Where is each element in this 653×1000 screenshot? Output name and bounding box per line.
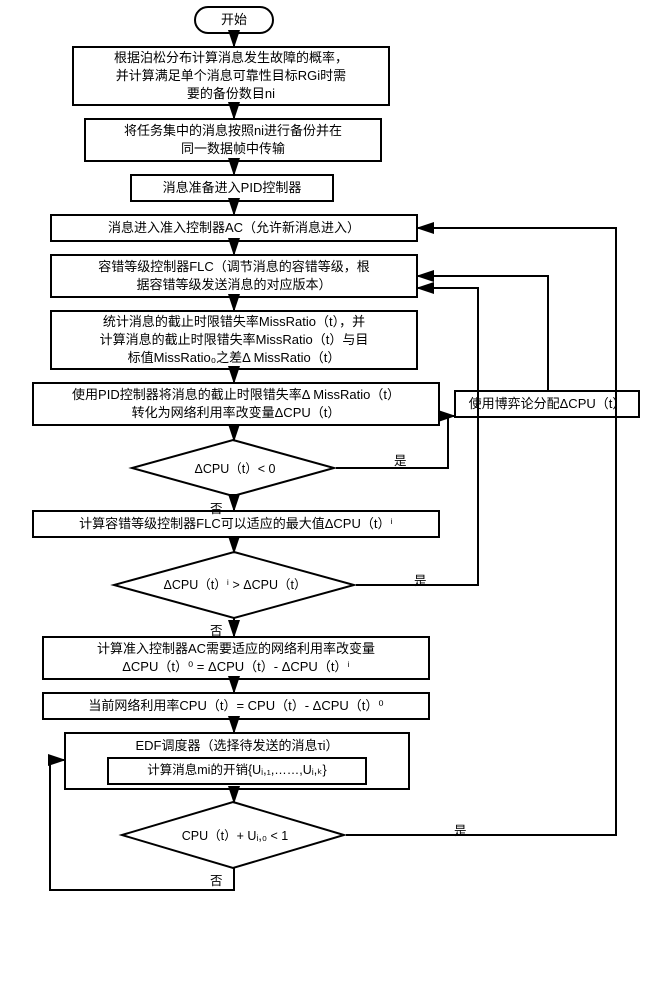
box-poisson-text: 根据泊松分布计算消息发生故障的概率， 并计算满足单个消息可靠性目标RGi时需 要… — [114, 49, 348, 104]
box-pidconv-text: 使用PID控制器将消息的截止时限错失率Δ MissRatio（t） 转化为网络利… — [72, 386, 400, 422]
box-ac: 消息进入准入控制器AC（允许新消息进入） — [50, 214, 418, 242]
box-flc-text: 容错等级控制器FLC（调节消息的容错等级，根 据容错等级发送消息的对应版本） — [98, 258, 370, 294]
label-no-d1: 否 — [210, 498, 223, 517]
label-no-d3: 否 — [210, 870, 223, 889]
label-yes-d1: 是 — [394, 450, 407, 469]
box-backup: 将任务集中的消息按照ni进行备份并在 同一数据帧中传输 — [84, 118, 382, 162]
box-edf-outer-text: EDF调度器（选择待发送的消息τi） — [76, 737, 398, 755]
box-curcpu-text: 当前网络利用率CPU（t）= CPU（t）- ΔCPU（t）⁰ — [88, 697, 383, 715]
diamond-cpu-neg-label: ΔCPU（t）< 0 — [172, 458, 298, 477]
box-ac-text: 消息进入准入控制器AC（允许新消息进入） — [108, 219, 360, 237]
label-no-d2: 否 — [210, 620, 223, 639]
box-poisson: 根据泊松分布计算消息发生故障的概率， 并计算满足单个消息可靠性目标RGi时需 要… — [72, 46, 390, 106]
box-gametheory: 使用博弈论分配ΔCPU（t） — [454, 390, 640, 418]
box-prepare-pid-text: 消息准备进入PID控制器 — [163, 179, 302, 197]
box-edf-inner: 计算消息mi的开销{Uᵢ,₁,……,Uᵢ,ₖ} — [107, 757, 367, 785]
box-pid-convert: 使用PID控制器将消息的截止时限错失率Δ MissRatio（t） 转化为网络利… — [32, 382, 440, 426]
box-missratio-stat: 统计消息的截止时限错失率MissRatio（t），并 计算消息的截止时限错失率M… — [50, 310, 418, 370]
box-backup-text: 将任务集中的消息按照ni进行备份并在 同一数据帧中传输 — [124, 122, 342, 158]
box-ac-adapt: 计算准入控制器AC需要适应的网络利用率改变量 ΔCPU（t）⁰ = ΔCPU（t… — [42, 636, 430, 680]
box-flc-max: 计算容错等级控制器FLC可以适应的最大值ΔCPU（t）ⁱ — [32, 510, 440, 538]
terminator-label: 开始 — [221, 11, 247, 29]
box-acadapt-text: 计算准入控制器AC需要适应的网络利用率改变量 ΔCPU（t）⁰ = ΔCPU（t… — [97, 640, 375, 676]
label-yes-d3: 是 — [454, 820, 467, 839]
box-cur-cpu: 当前网络利用率CPU（t）= CPU（t）- ΔCPU（t）⁰ — [42, 692, 430, 720]
box-edf-inner-text: 计算消息mi的开销{Uᵢ,₁,……,Uᵢ,ₖ} — [147, 763, 326, 777]
diamond-cpu-sum-label: CPU（t）+ Uᵢ,₀ < 1 — [160, 825, 310, 844]
box-edf: EDF调度器（选择待发送的消息τi） 计算消息mi的开销{Uᵢ,₁,……,Uᵢ,… — [64, 732, 410, 790]
box-prepare-pid: 消息准备进入PID控制器 — [130, 174, 334, 202]
box-flcmax-text: 计算容错等级控制器FLC可以适应的最大值ΔCPU（t）ⁱ — [79, 515, 393, 533]
box-flc: 容错等级控制器FLC（调节消息的容错等级，根 据容错等级发送消息的对应版本） — [50, 254, 418, 298]
label-yes-d2: 是 — [414, 570, 427, 589]
box-gametheory-text: 使用博弈论分配ΔCPU（t） — [469, 395, 626, 413]
diamond-cpu-cmp-label: ΔCPU（t）ⁱ > ΔCPU（t） — [154, 574, 316, 593]
box-missratio-text: 统计消息的截止时限错失率MissRatio（t），并 计算消息的截止时限错失率M… — [100, 313, 369, 368]
terminator-start: 开始 — [194, 6, 274, 34]
